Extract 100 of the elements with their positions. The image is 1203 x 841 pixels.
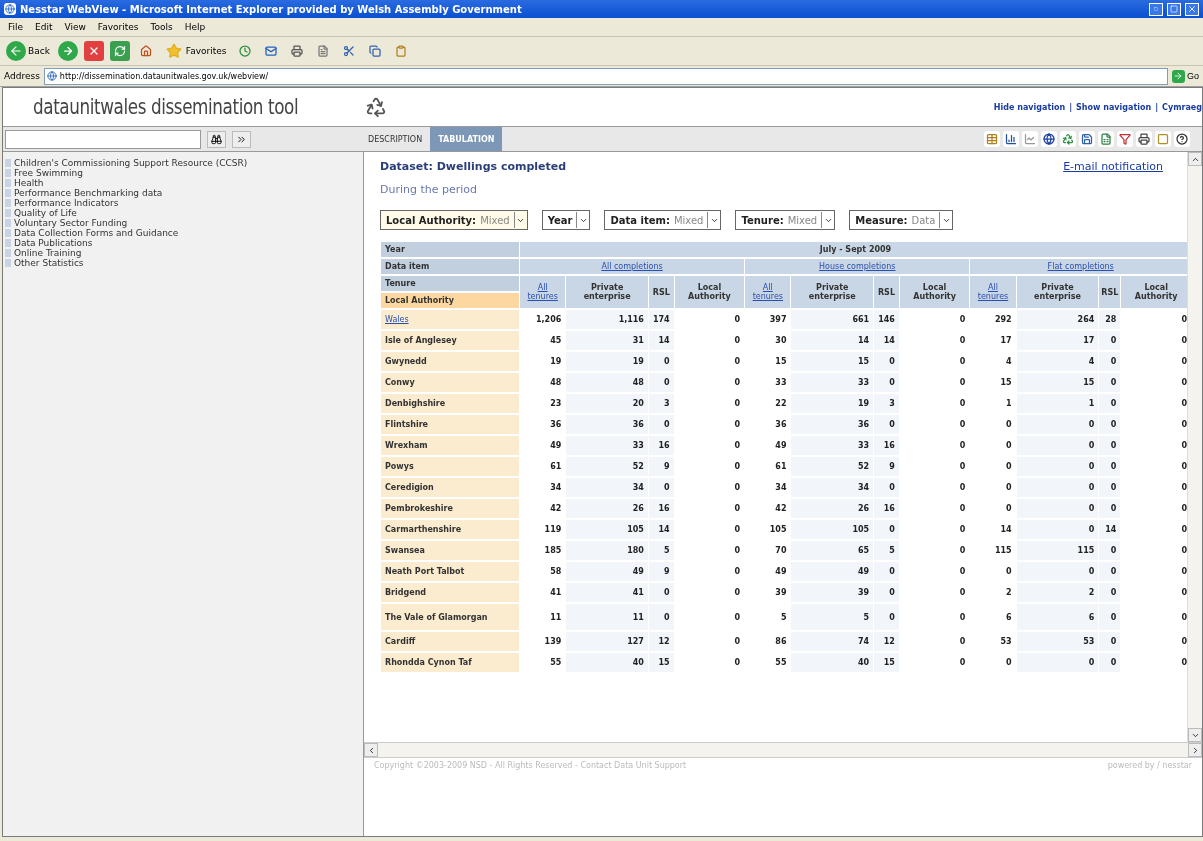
sidebar-item[interactable]: Performance Indicators	[5, 198, 361, 208]
recycle-icon[interactable]	[1060, 131, 1076, 147]
menu-item[interactable]: Tools	[150, 22, 173, 32]
column-header: Local Authority	[912, 283, 957, 301]
tab[interactable]: DESCRIPTION	[360, 127, 431, 151]
table-cell: 30	[775, 336, 787, 345]
table-cell: 0	[1181, 378, 1187, 387]
search-field[interactable]	[5, 129, 201, 149]
table-cell: 26	[858, 504, 870, 513]
column-header-link[interactable]: All completions	[601, 262, 663, 271]
stop-icon[interactable]	[83, 41, 104, 61]
table-cell: 53	[1000, 637, 1012, 646]
menu-item[interactable]: Edit	[35, 22, 53, 32]
refresh-icon[interactable]	[109, 41, 130, 61]
table-cell: 5	[780, 612, 787, 622]
sidebar-item[interactable]: Data Collection Forms and Guidance	[5, 228, 361, 238]
scroll-up-button[interactable]	[1188, 152, 1202, 166]
table-cell: 105	[627, 525, 644, 534]
maximize-button[interactable]	[1167, 2, 1181, 16]
table-cell: 19	[632, 357, 644, 366]
table-cell: 0	[1181, 637, 1187, 646]
favorites-button[interactable]: Favorites	[161, 40, 229, 62]
filter-dropdown[interactable]: Year	[541, 210, 591, 230]
close-button[interactable]	[1185, 2, 1199, 16]
table-cell: 0	[1110, 462, 1117, 471]
column-header-link[interactable]: Flat completions	[1047, 262, 1114, 271]
filter-icon[interactable]	[1117, 131, 1133, 147]
row-header: Pembrokeshire	[385, 504, 453, 513]
row-header-link[interactable]: Wales	[385, 315, 409, 324]
table-cell: 41	[632, 588, 644, 597]
minimize-button[interactable]	[1149, 2, 1163, 16]
sidebar-item[interactable]: Data Publications	[5, 238, 361, 248]
row-header: Gwynedd	[385, 357, 427, 366]
table-cell: 119	[544, 525, 562, 534]
filter-dropdown[interactable]: Data item: Mixed	[604, 210, 722, 230]
address-field[interactable]: http://dissemination.dataunitwales.gov.uk/webview/	[43, 67, 1168, 85]
table-cell: 14	[858, 336, 870, 345]
table-cell: 11	[550, 612, 562, 622]
table-cell: 4	[1088, 357, 1095, 366]
sidebar-item[interactable]: Voluntary Sector Funding	[5, 218, 361, 228]
table-cell: 16	[658, 504, 670, 513]
table-cell: 0	[734, 357, 741, 366]
table-cell: 15	[1083, 378, 1095, 387]
filter-dropdown[interactable]: Measure: Data	[849, 210, 954, 230]
spreadsheet-icon[interactable]	[1098, 131, 1114, 147]
print-icon[interactable]	[1136, 131, 1152, 147]
table-cell: 34	[858, 483, 870, 492]
table-cell: 33	[775, 378, 787, 387]
save-icon[interactable]	[1079, 131, 1095, 147]
header-link[interactable]: Cymraeg	[1162, 102, 1202, 112]
link-separator: |	[1155, 102, 1159, 112]
sidebar-item[interactable]: Online Training	[5, 248, 361, 258]
filter-dropdown[interactable]: Local Authority: Mixed	[380, 210, 528, 230]
menu-item[interactable]: Favorites	[97, 22, 139, 32]
sidebar-item[interactable]: Children's Commissioning Support Resource (CCSR)	[5, 158, 361, 168]
sidebar-item[interactable]: Quality of Life	[5, 208, 361, 218]
table-cell: 15	[858, 357, 870, 366]
table-cell: 0	[734, 567, 741, 576]
go-button[interactable]: Go	[1172, 69, 1199, 83]
forward-icon[interactable]	[57, 41, 78, 61]
table-cell: 0	[734, 315, 741, 324]
row-header: Isle of Anglesey	[385, 336, 457, 345]
table-cell: 19	[858, 399, 870, 408]
scroll-down-button[interactable]	[1188, 728, 1202, 742]
table-cell: 0	[889, 612, 895, 622]
table-icon[interactable]	[984, 131, 1000, 147]
menu-item[interactable]: Help	[184, 22, 206, 32]
table-cell: 33	[858, 378, 870, 387]
row-label: Year	[381, 242, 519, 257]
table-cell: 15	[658, 658, 670, 667]
globe-icon[interactable]	[1041, 131, 1057, 147]
menu-item[interactable]: View	[64, 22, 86, 32]
table-cell: 16	[883, 504, 895, 513]
scroll-left-button[interactable]	[364, 743, 378, 757]
search-button[interactable]	[207, 130, 226, 148]
header-link[interactable]: Hide navigation	[993, 102, 1066, 112]
email-link[interactable]: E-mail notification	[1063, 160, 1163, 173]
table-cell: 48	[632, 378, 644, 387]
sidebar-item[interactable]: Other Statistics	[5, 258, 361, 268]
header-link[interactable]: Show navigation	[1076, 102, 1152, 112]
sidebar-item[interactable]: Health	[5, 178, 361, 188]
sidebar-item[interactable]: Performance Benchmarking data	[5, 188, 361, 198]
filter-dropdown[interactable]: Tenure: Mixed	[735, 210, 836, 230]
table-cell: 6	[1006, 612, 1012, 622]
scroll-right-button[interactable]	[1188, 743, 1202, 757]
help-icon[interactable]	[1174, 131, 1190, 147]
table-cell: 0	[1181, 588, 1187, 597]
table-cell: 292	[994, 315, 1012, 324]
sidebar-item[interactable]: Free Swimming	[5, 168, 361, 178]
table-cell: 41	[550, 588, 562, 597]
row-header: Denbighshire	[385, 399, 446, 408]
menu-item[interactable]: File	[8, 22, 24, 32]
table-cell: 0	[1006, 420, 1012, 429]
next-button[interactable]	[232, 130, 251, 148]
table-cell: 0	[734, 462, 741, 471]
table-cell: 0	[1088, 567, 1095, 576]
back-button[interactable]: Back	[4, 40, 52, 62]
table-cell: 0	[1088, 483, 1095, 492]
table-cell: 58	[550, 567, 562, 576]
bar-chart-icon[interactable]	[1003, 131, 1019, 147]
